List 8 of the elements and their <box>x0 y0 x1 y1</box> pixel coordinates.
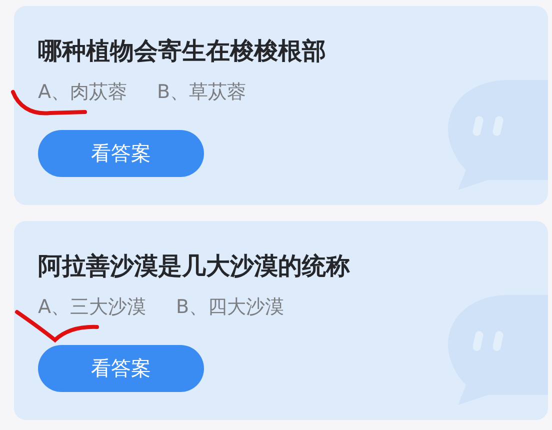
answer-option: B、四大沙漠 <box>176 295 284 319</box>
question-title: 哪种植物会寄生在梭梭根部 <box>38 36 326 66</box>
answer-option: A、肉苁蓉 <box>38 80 127 104</box>
show-answer-button[interactable]: 看答案 <box>38 345 204 392</box>
show-answer-button[interactable]: 看答案 <box>38 130 204 177</box>
answer-option: A、三大沙漠 <box>38 295 146 319</box>
answer-option: B、草苁蓉 <box>157 80 246 104</box>
question-title: 阿拉善沙漠是几大沙漠的统称 <box>38 251 350 281</box>
